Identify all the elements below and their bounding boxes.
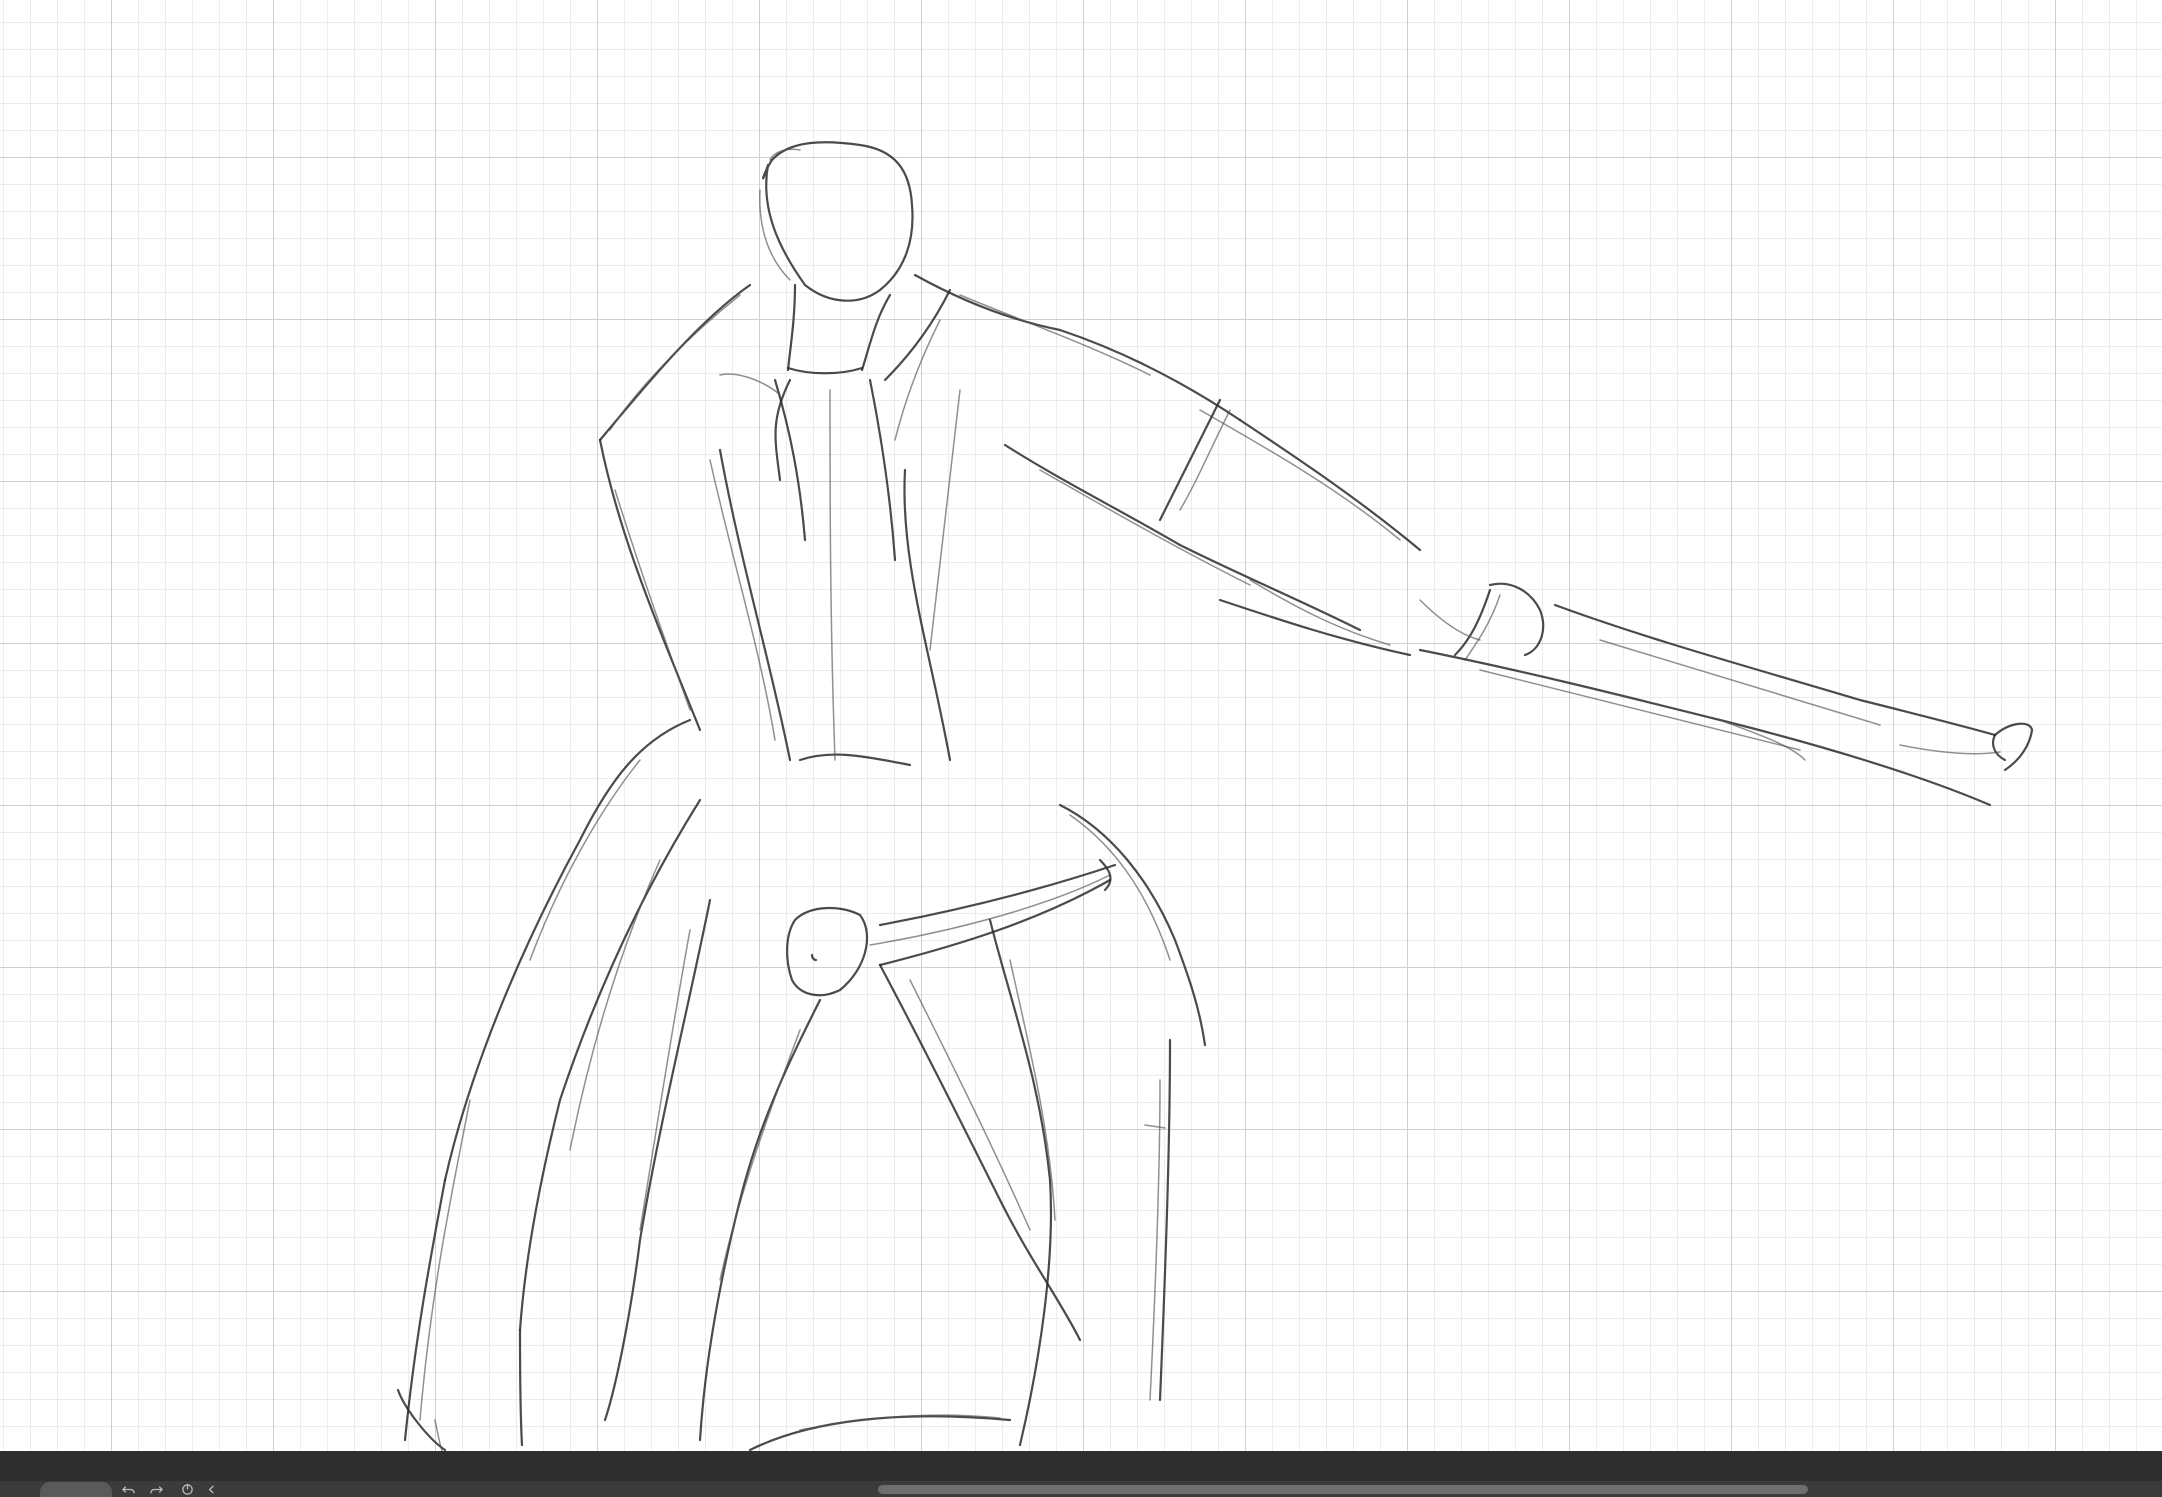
navigator-tab[interactable] — [40, 1482, 112, 1497]
figure-sketch — [396, 141, 2034, 1451]
drawing-app — [0, 0, 2162, 1497]
undo-icon[interactable] — [120, 1482, 136, 1497]
horizontal-scrollbar-thumb[interactable] — [878, 1485, 1808, 1494]
drawing-canvas[interactable] — [0, 0, 2162, 1451]
rotate-reset-icon[interactable] — [179, 1482, 195, 1497]
chevron-left-icon[interactable] — [203, 1482, 219, 1497]
redo-icon[interactable] — [148, 1482, 164, 1497]
